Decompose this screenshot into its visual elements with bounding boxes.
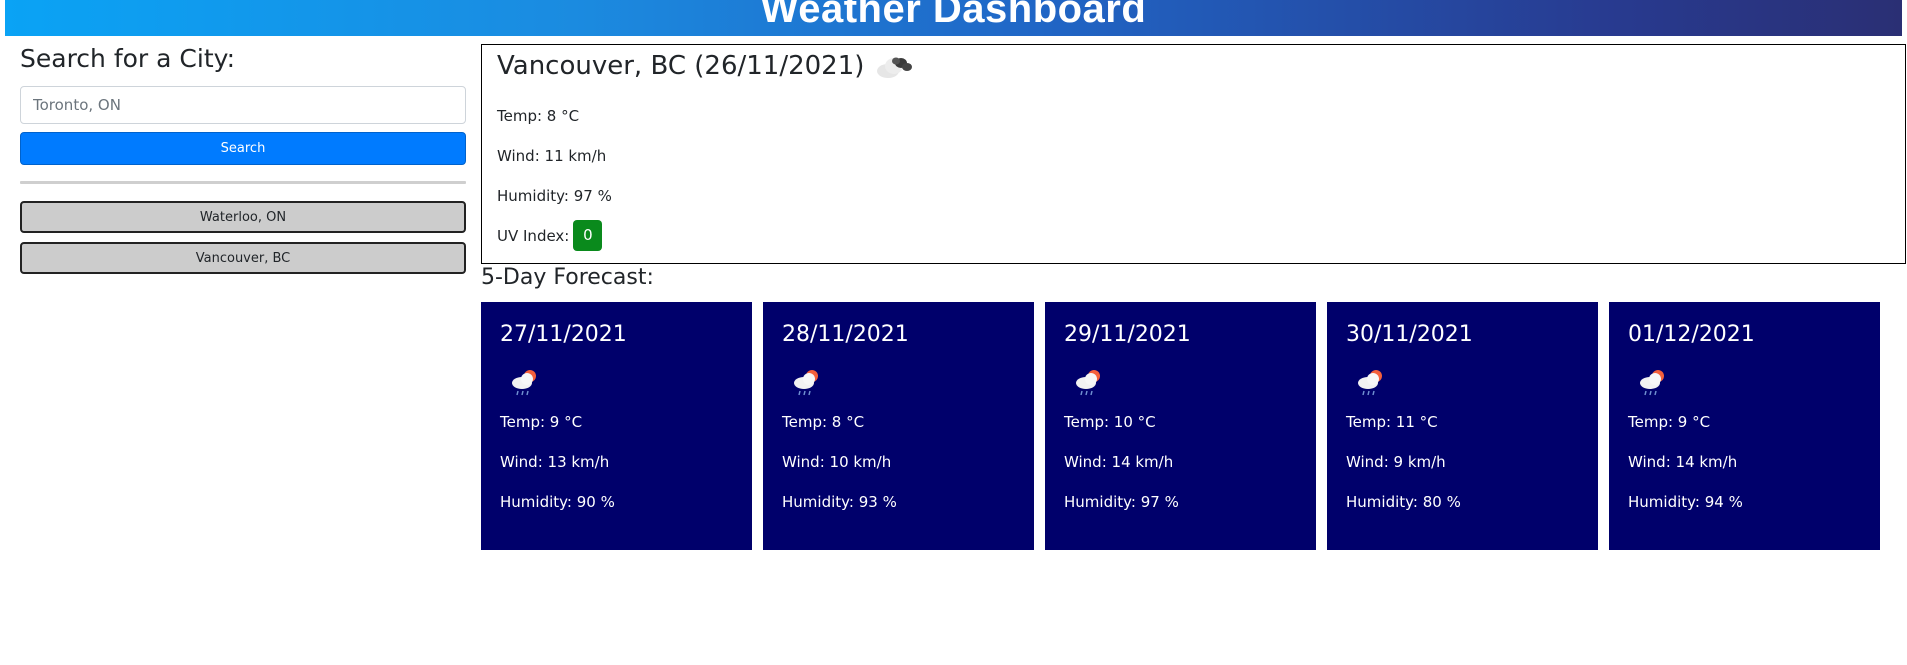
- forecast-heading: 5-Day Forecast:: [481, 265, 654, 290]
- uv-index-badge: 0: [573, 220, 603, 251]
- search-heading: Search for a City:: [20, 44, 236, 73]
- forecast-temp: Temp: 9 °C: [1628, 413, 1711, 431]
- city-search-input[interactable]: [20, 86, 466, 124]
- forecast-card: 01/12/2021 Temp: 9 °C Wind: 14 km/h Humi…: [1609, 302, 1880, 550]
- history-button-waterloo[interactable]: Waterloo, ON: [20, 201, 466, 233]
- forecast-wind: Wind: 14 km/h: [1628, 453, 1738, 471]
- forecast-wind: Wind: 10 km/h: [782, 453, 892, 471]
- current-weather-heading: Vancouver, BC (26/11/2021): [497, 51, 914, 81]
- search-button[interactable]: Search: [20, 132, 466, 165]
- forecast-wind: Wind: 14 km/h: [1064, 453, 1174, 471]
- forecast-humidity: Humidity: 80 %: [1346, 493, 1461, 511]
- cloudy-icon: [874, 51, 914, 81]
- forecast-card: 30/11/2021 Temp: 11 °C Wind: 9 km/h Humi…: [1327, 302, 1598, 550]
- uv-label: UV Index:: [497, 226, 570, 245]
- forecast-temp: Temp: 9 °C: [500, 413, 583, 431]
- forecast-humidity: Humidity: 90 %: [500, 493, 615, 511]
- forecast-date: 01/12/2021: [1628, 322, 1755, 347]
- forecast-humidity: Humidity: 97 %: [1064, 493, 1179, 511]
- history-button-vancouver[interactable]: Vancouver, BC: [20, 242, 466, 274]
- forecast-date: 29/11/2021: [1064, 322, 1191, 347]
- sun-cloud-rain-icon: [1072, 366, 1108, 398]
- sun-cloud-rain-icon: [508, 366, 544, 398]
- forecast-wind: Wind: 13 km/h: [500, 453, 610, 471]
- forecast-wind: Wind: 9 km/h: [1346, 453, 1446, 471]
- sun-cloud-rain-icon: [790, 366, 826, 398]
- forecast-temp: Temp: 11 °C: [1346, 413, 1438, 431]
- sidebar-divider: [20, 181, 466, 184]
- current-humidity: Humidity: 97 %: [497, 187, 612, 205]
- forecast-date: 27/11/2021: [500, 322, 627, 347]
- forecast-card: 29/11/2021 Temp: 10 °C Wind: 14 km/h Hum…: [1045, 302, 1316, 550]
- sun-cloud-rain-icon: [1354, 366, 1390, 398]
- forecast-humidity: Humidity: 93 %: [782, 493, 897, 511]
- page-title: Weather Dashboard: [760, 0, 1147, 31]
- current-temp: Temp: 8 °C: [497, 107, 580, 125]
- current-weather-card: Vancouver, BC (26/11/2021) Temp: 8 °C Wi…: [481, 44, 1906, 264]
- forecast-date: 28/11/2021: [782, 322, 909, 347]
- page-header: Weather Dashboard: [5, 0, 1902, 36]
- sun-cloud-rain-icon: [1636, 366, 1672, 398]
- forecast-humidity: Humidity: 94 %: [1628, 493, 1743, 511]
- search-sidebar: Search for a City: Search Waterloo, ON V…: [20, 44, 466, 274]
- forecast-card: 27/11/2021 Temp: 9 °C Wind: 13 km/h Humi…: [481, 302, 752, 550]
- current-city-date: Vancouver, BC (26/11/2021): [497, 51, 865, 81]
- current-wind: Wind: 11 km/h: [497, 147, 607, 165]
- forecast-temp: Temp: 8 °C: [782, 413, 865, 431]
- current-uv: UV Index: 0: [497, 220, 603, 251]
- forecast-date: 30/11/2021: [1346, 322, 1473, 347]
- forecast-card: 28/11/2021 Temp: 8 °C Wind: 10 km/h Humi…: [763, 302, 1034, 550]
- forecast-temp: Temp: 10 °C: [1064, 413, 1156, 431]
